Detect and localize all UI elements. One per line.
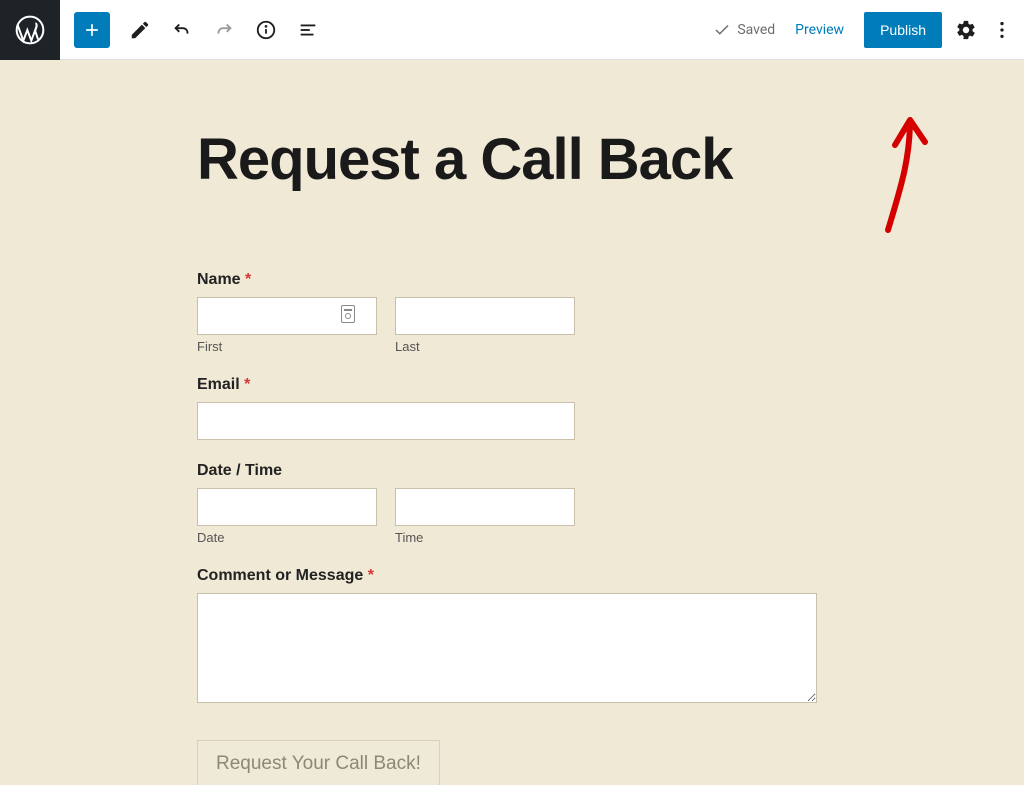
edit-tool-button[interactable] [128, 18, 152, 42]
undo-icon [171, 19, 193, 41]
kebab-icon [991, 19, 1013, 41]
editor-toolbar: Saved Preview Publish [0, 0, 1024, 60]
last-name-input[interactable] [395, 297, 575, 335]
list-outline-icon [297, 19, 319, 41]
datetime-label: Date / Time [197, 462, 817, 480]
wordpress-icon [14, 14, 46, 46]
required-marker: * [368, 567, 374, 584]
name-label-text: Name [197, 271, 241, 288]
date-input[interactable] [197, 488, 377, 526]
save-status-label: Saved [737, 22, 775, 38]
datetime-field: Date / Time Date Time [197, 462, 817, 545]
date-sublabel: Date [197, 530, 377, 545]
preview-button[interactable]: Preview [787, 16, 852, 44]
name-label: Name * [197, 271, 817, 289]
redo-button[interactable] [212, 18, 236, 42]
time-input[interactable] [395, 488, 575, 526]
editor-canvas: Request a Call Back Name * First Last [0, 60, 1024, 785]
comment-label-text: Comment or Message [197, 567, 363, 584]
right-tool-group: Saved Preview Publish [713, 12, 1024, 48]
add-block-button[interactable] [74, 12, 110, 48]
required-marker: * [244, 376, 250, 393]
settings-button[interactable] [954, 18, 978, 42]
email-label: Email * [197, 376, 817, 394]
left-tool-group [60, 12, 320, 48]
annotation-arrow [870, 110, 950, 240]
page-title[interactable]: Request a Call Back [197, 130, 827, 191]
save-status: Saved [713, 21, 775, 39]
undo-button[interactable] [170, 18, 194, 42]
more-options-button[interactable] [990, 18, 1014, 42]
required-marker: * [245, 271, 251, 288]
outline-button[interactable] [296, 18, 320, 42]
info-icon [255, 19, 277, 41]
plus-icon [82, 20, 102, 40]
comment-textarea[interactable] [197, 593, 817, 703]
time-sublabel: Time [395, 530, 575, 545]
publish-button[interactable]: Publish [864, 12, 942, 48]
comment-label: Comment or Message * [197, 567, 817, 585]
redo-icon [213, 19, 235, 41]
check-icon [713, 21, 731, 39]
wordpress-logo[interactable] [0, 0, 60, 60]
email-label-text: Email [197, 376, 240, 393]
pencil-icon [129, 19, 151, 41]
contact-form: Name * First Last Emai [197, 271, 817, 785]
email-field: Email * [197, 376, 817, 440]
gear-icon [955, 19, 977, 41]
email-input[interactable] [197, 402, 575, 440]
first-name-sublabel: First [197, 339, 377, 354]
first-name-input[interactable] [197, 297, 377, 335]
submit-button[interactable]: Request Your Call Back! [197, 740, 440, 785]
last-name-sublabel: Last [395, 339, 575, 354]
comment-field: Comment or Message * [197, 567, 817, 708]
info-button[interactable] [254, 18, 278, 42]
page-content: Request a Call Back Name * First Last [197, 60, 827, 785]
name-field: Name * First Last [197, 271, 817, 354]
